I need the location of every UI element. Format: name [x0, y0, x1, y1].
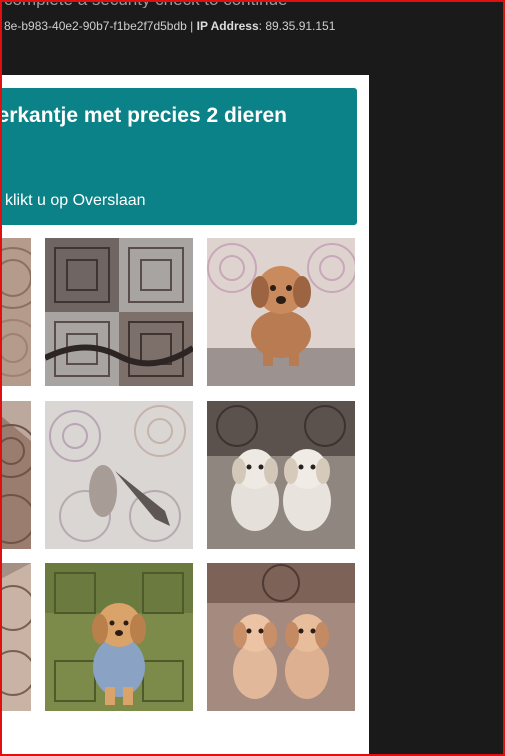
ip-value: 89.35.91.151	[265, 19, 336, 33]
tile-image	[0, 563, 31, 711]
page-heading: complete a security check to continue	[4, 0, 499, 8]
captcha-panel: vierkantje met precies 2 dieren klikt u …	[0, 75, 369, 756]
tile-r1c2[interactable]	[45, 238, 193, 386]
tile-r2c2[interactable]	[45, 401, 193, 549]
challenge-title: vierkantje met precies 2 dieren	[0, 104, 287, 127]
ray-id-value: 8e-b983-40e2-90b7-f1be2f7d5bdb	[4, 19, 187, 33]
challenge-subtitle: klikt u op Overslaan	[5, 192, 146, 209]
tile-r3c1[interactable]	[0, 563, 31, 711]
tile-image	[207, 401, 355, 549]
tile-image	[207, 238, 355, 386]
tile-r3c2[interactable]	[45, 563, 193, 711]
tile-r2c1[interactable]	[0, 401, 31, 549]
tile-image	[45, 238, 193, 386]
tile-image	[0, 238, 31, 386]
tile-image	[207, 563, 355, 711]
ip-label: IP Address	[196, 19, 259, 33]
tile-r1c3[interactable]	[207, 238, 355, 386]
challenge-banner: vierkantje met precies 2 dieren klikt u …	[0, 88, 357, 225]
tile-image	[45, 563, 193, 711]
tile-image	[45, 401, 193, 549]
ray-ip-info: 8e-b983-40e2-90b7-f1be2f7d5bdb | IP Addr…	[4, 19, 336, 33]
tile-image	[0, 401, 31, 549]
tile-r1c1[interactable]	[0, 238, 31, 386]
tile-r2c3[interactable]	[207, 401, 355, 549]
tile-r3c3[interactable]	[207, 563, 355, 711]
